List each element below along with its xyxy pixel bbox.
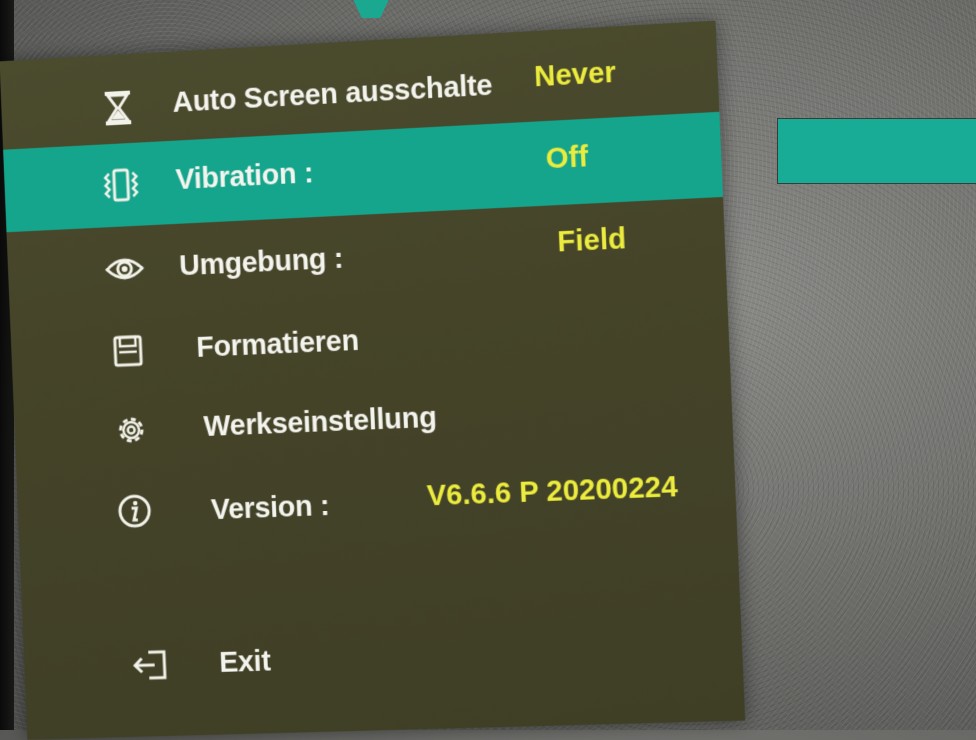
sd-card-icon <box>108 330 149 371</box>
version-value: V6.6.6 P 20200224 <box>426 471 678 513</box>
formatieren-label: Formatieren <box>196 325 360 365</box>
gear-icon <box>111 409 152 450</box>
hourglass-icon <box>98 87 139 129</box>
eye-icon <box>104 248 145 289</box>
version-label: Version : <box>210 490 330 527</box>
auto-screen-label: Auto Screen ausschalte <box>172 67 533 120</box>
umgebung-label: Umgebung : <box>179 243 344 284</box>
werkseinstellung-label: Werkseinstellung <box>203 402 437 444</box>
umgebung-value[interactable]: Field <box>557 223 627 260</box>
exit-icon <box>130 645 171 686</box>
settings-menu-panel: Auto Screen ausschalte Never Vibration :… <box>0 21 745 740</box>
exit-label: Exit <box>219 646 272 680</box>
auto-screen-value[interactable]: Never <box>534 57 617 95</box>
vibration-value[interactable]: Off <box>545 141 589 176</box>
vibration-label: Vibration : <box>175 157 314 197</box>
info-icon <box>114 491 155 532</box>
menu-item-exit[interactable]: Exit <box>23 601 744 707</box>
vibration-icon <box>101 164 142 205</box>
menu-perspective: Auto Screen ausschalte Never Vibration :… <box>0 0 976 740</box>
